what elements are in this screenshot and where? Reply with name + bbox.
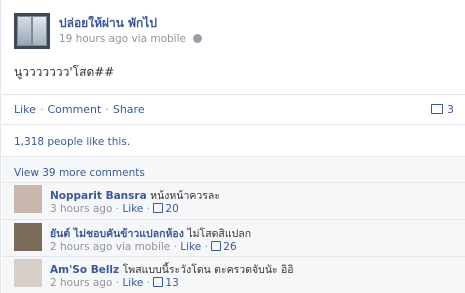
avatar-photo-right: [32, 16, 47, 46]
view-more-comments-link[interactable]: View 39 more comments: [14, 167, 145, 179]
separator-dot: ·: [115, 203, 120, 215]
comment-like-button[interactable]: Like: [122, 277, 143, 289]
comment-count-icon: [431, 104, 443, 114]
divider: [2, 156, 465, 157]
comment-item: ยันต์ ไม่ชอบคันข้าวแปลกห้อง ไม่โสดสิแปลก…: [14, 223, 454, 255]
comment-line: Nopparit Bansra หน้งหน้าควรละ: [50, 187, 220, 204]
comment-like-count-value: 13: [165, 277, 179, 289]
like-button[interactable]: Like: [14, 103, 36, 116]
likes-summary[interactable]: 1,318 people like this.: [14, 136, 130, 148]
comment-time[interactable]: 3 hours ago: [50, 203, 112, 215]
separator-dot: ·: [105, 103, 109, 116]
comment-text: หน้งหน้าควรละ: [150, 190, 221, 202]
comment-meta: 3 hours ago · Like · 20: [50, 203, 179, 215]
post-via: via mobile: [131, 33, 186, 45]
comment-meta: 2 hours ago · Like · 13: [50, 277, 179, 289]
separator-dot: ·: [115, 277, 120, 289]
separator-dot: ·: [146, 203, 151, 215]
share-button[interactable]: Share: [113, 103, 145, 116]
commenter-name[interactable]: ยันต์ ไม่ชอบคันข้าวแปลกห้อง: [50, 228, 184, 240]
comment-like-count[interactable]: 13: [153, 277, 179, 289]
post-actions: Like · Comment · Share 3: [14, 103, 454, 117]
comment-meta: 2 hours ago via mobile · Like · 26: [50, 241, 237, 253]
separator-dot: ·: [173, 241, 177, 253]
divider: [2, 256, 465, 257]
post-card: ปล่อยให้ผ่าน พักไป 19 hours ago via mobi…: [0, 0, 465, 293]
comment-count[interactable]: 3: [431, 103, 454, 116]
comment-time[interactable]: 2 hours ago: [50, 277, 112, 289]
comment-like-count[interactable]: 20: [153, 203, 179, 215]
like-thumb-icon: [153, 277, 164, 287]
comment-item: Am'So Bellz โพสแบบนี้ระวังโดน ตะครวดจับน…: [14, 259, 454, 291]
post-meta: 19 hours ago via mobile: [59, 33, 203, 45]
avatar-photo-left: [17, 16, 32, 46]
comment-like-count[interactable]: 26: [211, 241, 237, 253]
globe-icon[interactable]: [193, 34, 203, 43]
comment-like-count-value: 20: [165, 203, 179, 215]
separator-dot: ·: [39, 103, 44, 116]
divider: [2, 94, 465, 95]
post-header: ปล่อยให้ผ่าน พักไป 19 hours ago via mobi…: [14, 13, 454, 49]
commenter-avatar[interactable]: [14, 185, 42, 213]
divider: [2, 182, 465, 183]
author-name[interactable]: ปล่อยให้ผ่าน พักไป: [59, 14, 157, 33]
comment-text: โพสแบบนี้ระวังโดน ตะครวดจับนัะ อิอิ: [122, 264, 294, 276]
separator-dot: ·: [146, 277, 151, 289]
commenter-name[interactable]: Am'So Bellz: [50, 264, 119, 276]
comment-line: Am'So Bellz โพสแบบนี้ระวังโดน ตะครวดจับน…: [50, 261, 294, 278]
divider: [2, 219, 465, 220]
commenter-avatar[interactable]: [14, 259, 42, 287]
like-thumb-icon: [153, 203, 164, 213]
post-time[interactable]: 19 hours ago: [59, 33, 128, 45]
separator-dot: ·: [204, 241, 208, 253]
comment-time[interactable]: 2 hours ago: [50, 241, 112, 253]
comment-via: via mobile: [115, 241, 171, 253]
comment-item: Nopparit Bansra หน้งหน้าควรละ 3 hours ag…: [14, 185, 454, 217]
comment-like-count-value: 26: [223, 241, 237, 253]
comment-count-value: 3: [447, 103, 454, 116]
author-avatar[interactable]: [14, 13, 50, 49]
comment-text: ไม่โสดสิแปลก: [187, 228, 252, 240]
comment-button[interactable]: Comment: [47, 103, 101, 116]
commenter-avatar[interactable]: [14, 223, 42, 251]
commenter-name[interactable]: Nopparit Bansra: [50, 190, 147, 202]
divider: [2, 124, 465, 125]
post-status-text: นูววววววว'โสด##: [14, 65, 115, 79]
comment-like-button[interactable]: Like: [180, 241, 201, 253]
like-thumb-icon: [211, 241, 222, 251]
comment-line: ยันต์ ไม่ชอบคันข้าวแปลกห้อง ไม่โสดสิแปลก: [50, 225, 251, 242]
comment-like-button[interactable]: Like: [122, 203, 143, 215]
